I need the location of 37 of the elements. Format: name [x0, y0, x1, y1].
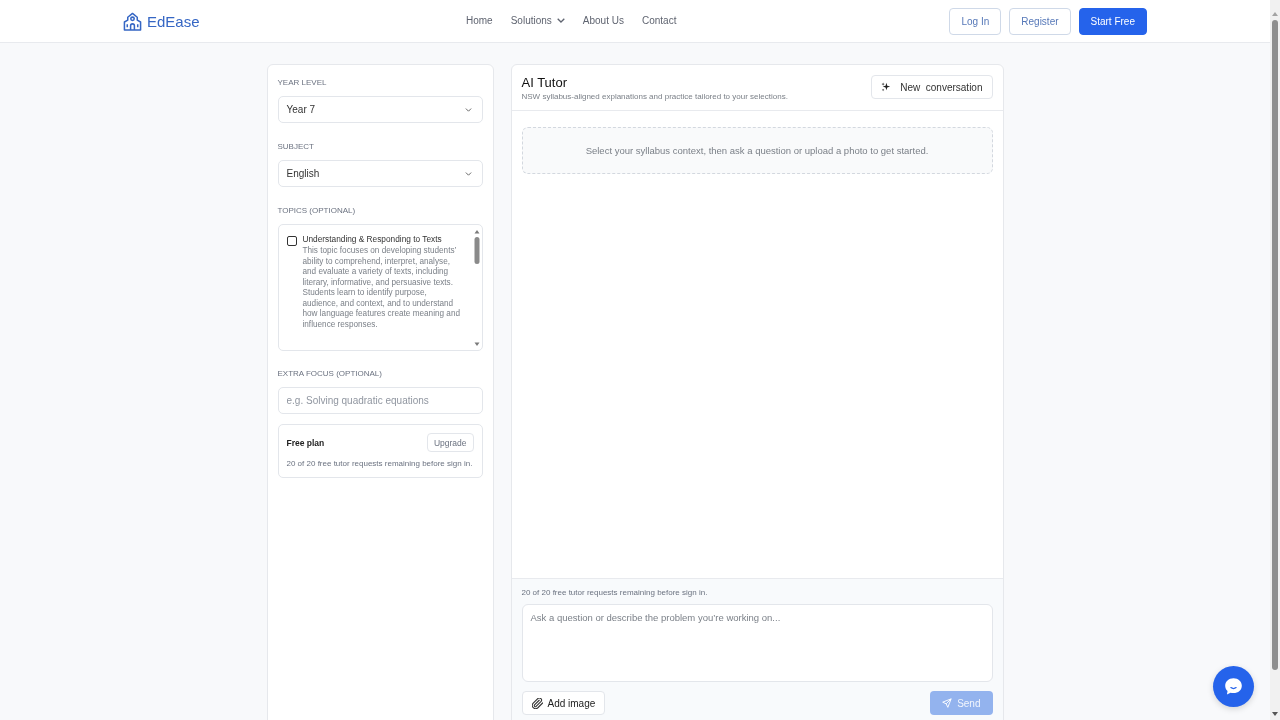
register-button[interactable]: Register [1009, 7, 1071, 35]
checkbox[interactable] [286, 236, 297, 246]
topic-title: Understanding & Responding to Texts [302, 234, 443, 245]
upgrade-button[interactable]: Upgrade [426, 433, 474, 452]
field-label: EXTRA FOCUS (OPTIONAL) [277, 369, 383, 379]
empty-state-message: Select your syllabus context, then ask a question or upload a photo to get started. [585, 145, 929, 156]
chevron-down-icon [556, 18, 565, 23]
panel-title: AI Tutor [521, 75, 569, 91]
quota-note: 20 of 20 free tutor requests remaining before sign in. [521, 587, 709, 598]
field-label: YEAR LEVEL [277, 78, 328, 88]
panel-subtitle: NSW syllabus-aligned explanations and practice tailored to your selections. [521, 92, 788, 101]
field-label: SUBJECT [277, 142, 315, 152]
start-free-button[interactable]: Start Free [1078, 7, 1147, 35]
paperclip-icon [531, 697, 543, 709]
school-building-icon [123, 11, 142, 31]
field-label: TOPICS (OPTIONAL) [277, 206, 357, 216]
year-level-select[interactable]: Year 7 [277, 96, 483, 123]
logo-link[interactable]: EdEase [123, 11, 200, 31]
paper-plane-icon [942, 698, 953, 708]
subject-select[interactable]: English [277, 160, 483, 187]
nav-link[interactable]: Contact [641, 15, 677, 26]
plan-note: 20 of 20 free tutor requests remaining before sign in. [286, 458, 474, 469]
new-conversation-button[interactable]: New conversation [871, 75, 993, 99]
plan-title: Free plan [286, 437, 325, 448]
nav-link[interactable]: Home [466, 15, 493, 26]
chevron-down-icon [464, 171, 472, 176]
add-image-button[interactable]: Add image [521, 691, 606, 715]
sparkle-icon [881, 82, 892, 92]
chat-button[interactable] [1213, 666, 1254, 707]
extra-focus-field[interactable]: e.g. Solving quadratic equations [277, 387, 483, 414]
log-in-button[interactable]: Log In [949, 7, 1002, 35]
chat-bubble-icon [1223, 676, 1244, 697]
message-field[interactable]: Ask a question or describe the problem you’re working on... [521, 604, 993, 682]
topic-description: This topic focuses on developing students’ ability to comprehend, interpret, analyse, and evaluate a variety of texts, including literary, informative, and persuasive texts. Students learn to identify purpose, audience, and context, and to understand how language features create meaning and influence responses. [302, 246, 461, 330]
chevron-down-icon [464, 107, 472, 112]
nav-link[interactable]: About Us [582, 15, 624, 26]
nav-link[interactable]: Solutions [510, 15, 565, 26]
